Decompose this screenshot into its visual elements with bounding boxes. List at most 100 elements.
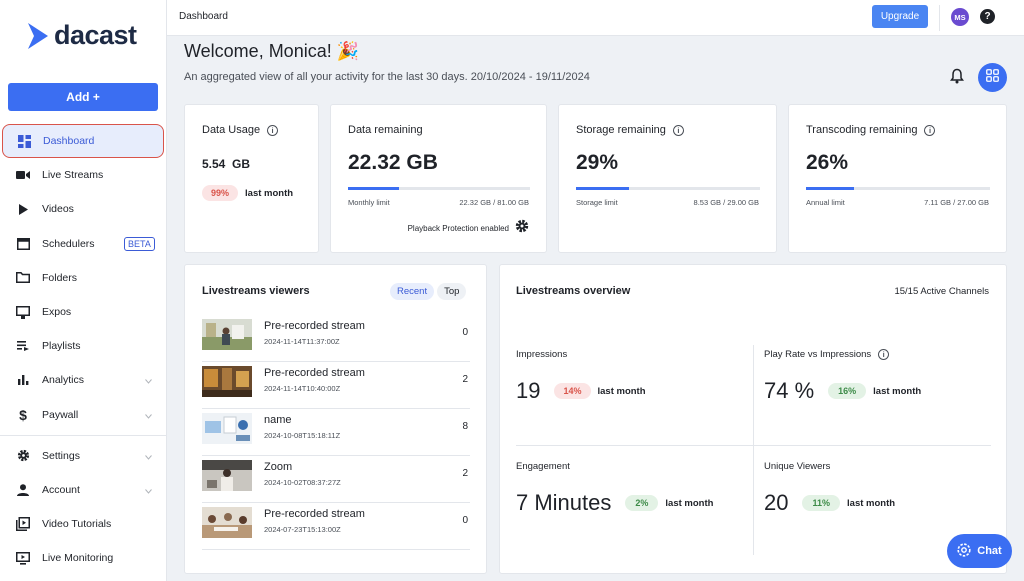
video-library-icon xyxy=(16,517,30,532)
play-icon xyxy=(16,202,30,216)
card-title: Data remaining xyxy=(348,124,423,136)
page-subtitle: An aggregated view of all your activity … xyxy=(184,71,590,83)
chevron-down-icon[interactable] xyxy=(145,375,152,387)
bell-icon[interactable] xyxy=(950,68,964,89)
info-icon[interactable]: i xyxy=(672,124,684,136)
list-item[interactable]: Pre-recorded stream 2024-11-14T10:40:00Z… xyxy=(202,362,470,409)
sidebar-item-videos[interactable]: Videos xyxy=(0,192,166,226)
bar-label: Storage limit xyxy=(576,198,618,207)
sidebar-item-label: Video Tutorials xyxy=(42,518,112,531)
dashboard-icon xyxy=(17,134,31,148)
livestreams-overview-card: Livestreams overview 15/15 Active Channe… xyxy=(499,264,1007,574)
impressions-label: Impressions xyxy=(516,349,568,360)
bar-label: Monthly limit xyxy=(348,198,390,207)
list-item[interactable]: Pre-recorded stream 2024-07-23T15:13:00Z… xyxy=(202,503,470,550)
engagement-metric: 7 Minutes 2% last month xyxy=(516,490,713,516)
sidebar-item-label: Folders xyxy=(42,271,78,284)
breadcrumb: Dashboard xyxy=(179,11,228,22)
sidebar-item-dashboard[interactable]: Dashboard xyxy=(2,124,164,159)
sidebar-item-folders[interactable]: Folders xyxy=(0,261,166,295)
sidebar-item-label: Live Streams xyxy=(42,169,104,182)
progress-fill xyxy=(348,187,399,190)
impressions-metric: 19 14% last month xyxy=(516,378,646,404)
data-usage-card: Data Usage i 5.54 GB 99% last month xyxy=(184,104,319,253)
sidebar-item-label: Account xyxy=(42,483,80,496)
playlist-icon xyxy=(16,339,30,353)
viewer-count: 0 xyxy=(462,327,468,338)
tab-top[interactable]: Top xyxy=(437,283,467,300)
viewer-count: 2 xyxy=(462,468,468,479)
stream-date: 2024-10-02T08:37:27Z xyxy=(264,478,341,487)
gear-icon xyxy=(16,449,30,463)
list-item[interactable]: name 2024-10-08T15:18:11Z 8 xyxy=(202,409,470,456)
trend-badge: 16% xyxy=(828,383,867,399)
list-item[interactable]: Zoom 2024-10-02T08:37:27Z 2 xyxy=(202,456,470,503)
avatar[interactable]: MS xyxy=(951,8,969,26)
chevron-down-icon[interactable] xyxy=(145,451,152,463)
card-title-text: Data Usage xyxy=(202,124,261,136)
stream-thumbnail xyxy=(202,366,252,397)
trend-label: last month xyxy=(873,385,922,397)
sidebar-item-live-monitoring[interactable]: Live Monitoring xyxy=(0,541,166,575)
sidebar-item-live-streams[interactable]: Live Streams xyxy=(0,158,166,192)
topbar: Dashboard Upgrade MS ? xyxy=(167,0,1024,36)
sidebar-item-schedulers[interactable]: Schedulers BETA xyxy=(0,227,166,261)
sidebar-item-label: Settings xyxy=(42,449,80,462)
user-icon xyxy=(16,483,30,497)
transcoding-value: 26% xyxy=(806,151,849,174)
engagement-value: 7 Minutes xyxy=(516,490,612,515)
divider xyxy=(939,5,940,31)
engagement-label: Engagement xyxy=(516,461,570,472)
logo[interactable]: dacast xyxy=(26,20,137,51)
card-title: Data Usage i xyxy=(202,124,279,136)
info-icon[interactable]: i xyxy=(924,124,936,136)
stream-thumbnail xyxy=(202,507,252,538)
sidebar-item-expos[interactable]: Expos xyxy=(0,295,166,329)
sidebar-item-label: Analytics xyxy=(42,374,85,387)
sidebar-item-paywall[interactable]: $ Paywall xyxy=(0,398,166,432)
bar-value: 7.11 GB / 27.00 GB xyxy=(924,198,989,207)
help-icon[interactable]: ? xyxy=(980,9,995,24)
list-item[interactable]: Pre-recorded stream 2024-11-14T11:37:00Z… xyxy=(202,315,470,362)
sidebar-item-settings[interactable]: Settings xyxy=(0,439,166,473)
folder-icon xyxy=(16,271,30,285)
viewer-count: 0 xyxy=(462,515,468,526)
gear-icon[interactable] xyxy=(515,219,529,238)
tab-recent[interactable]: Recent xyxy=(390,283,435,300)
stream-thumbnail xyxy=(202,319,252,350)
stream-date: 2024-07-23T15:13:00Z xyxy=(264,525,341,534)
trend-label: last month xyxy=(847,497,896,509)
chevron-down-icon[interactable] xyxy=(145,410,152,422)
upgrade-button[interactable]: Upgrade xyxy=(872,5,928,28)
info-icon[interactable]: i xyxy=(878,349,890,360)
info-icon[interactable]: i xyxy=(267,124,279,136)
chat-icon xyxy=(957,542,971,560)
card-title-text: Storage remaining xyxy=(576,124,666,136)
trend-badge: 2% xyxy=(625,495,659,511)
beta-badge: BETA xyxy=(124,236,155,251)
sidebar-item-account[interactable]: Account xyxy=(0,473,166,507)
chevron-down-icon[interactable] xyxy=(145,485,152,497)
trend-badge: 11% xyxy=(802,495,841,511)
add-button[interactable]: Add + xyxy=(8,83,158,111)
chat-label: Chat xyxy=(977,545,1002,557)
sidebar-item-video-tutorials[interactable]: Video Tutorials xyxy=(0,507,166,541)
bar-chart-icon xyxy=(16,373,30,387)
sidebar-item-playlists[interactable]: Playlists xyxy=(0,329,166,363)
widgets-button[interactable] xyxy=(978,63,1007,92)
stream-date: 2024-10-08T15:18:11Z xyxy=(264,431,341,440)
chat-button[interactable]: Chat xyxy=(947,534,1012,568)
bar-label: Annual limit xyxy=(806,198,845,207)
trend-badge: 14% xyxy=(554,383,591,399)
trend-label: last month xyxy=(665,497,714,509)
stream-name: Pre-recorded stream xyxy=(264,508,365,520)
bar-value: 8.53 GB / 29.00 GB xyxy=(693,198,759,207)
dacast-logo-icon xyxy=(28,22,48,49)
card-title-text: Transcoding remaining xyxy=(806,124,918,136)
storage-card: Storage remaining i 29% Storage limit 8.5… xyxy=(558,104,777,253)
livestreams-viewers-card: Livestreams viewers Recent Top Pre-recor… xyxy=(184,264,487,574)
sidebar-item-analytics[interactable]: Analytics xyxy=(0,363,166,397)
sidebar-item-label: Paywall xyxy=(42,408,79,421)
page-title: Welcome, Monica! 🎉 xyxy=(184,41,360,61)
card-title: Transcoding remaining i xyxy=(806,124,936,136)
